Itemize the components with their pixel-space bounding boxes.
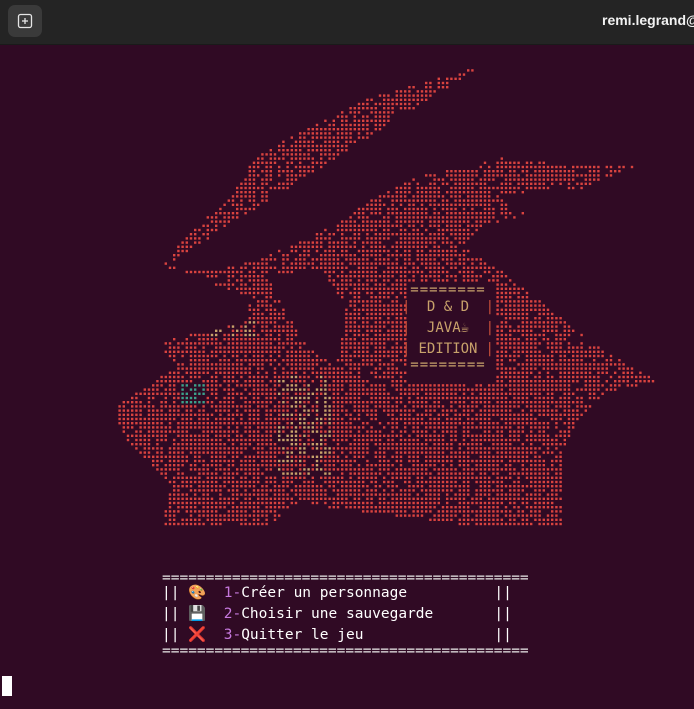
badge-line-dnd: D & D [426,299,470,315]
menu-item-load-save: || 💾 2-Choisir une sauvegarde || [162,606,512,622]
dragon-ascii-art [118,69,655,526]
text-cursor [2,676,12,696]
title-bar: remi.legrand@ [0,0,694,45]
new-tab-button[interactable] [8,5,42,37]
window-title: remi.legrand@ [602,12,694,28]
menu-item-create-character: || 🎨 1-Créer un personnage || [162,585,512,601]
floppy-disk-icon: 💾 [188,606,207,622]
title-badge: ======== | D & D | | JAVA☕ | | EDITION | =====… [402,285,494,372]
terminal-output[interactable]: ======== | D & D | | JAVA☕ | | EDITION | =====… [0,45,694,709]
badge-line-java: JAVA☕ [426,320,470,336]
badge-bottom-rule: ======== [410,360,486,372]
cross-mark-icon: ❌ [188,627,207,643]
main-menu: ========================================… [162,573,529,656]
palette-icon: 🎨 [188,585,207,601]
menu-top-rule: ========================================… [162,573,529,583]
new-tab-icon [17,13,33,29]
menu-item-quit: || ❌ 3-Quitter le jeu || [162,627,512,643]
badge-top-rule: ======== [410,285,486,297]
badge-line-edition: EDITION [418,341,478,357]
menu-bottom-rule: ========================================… [162,646,529,656]
